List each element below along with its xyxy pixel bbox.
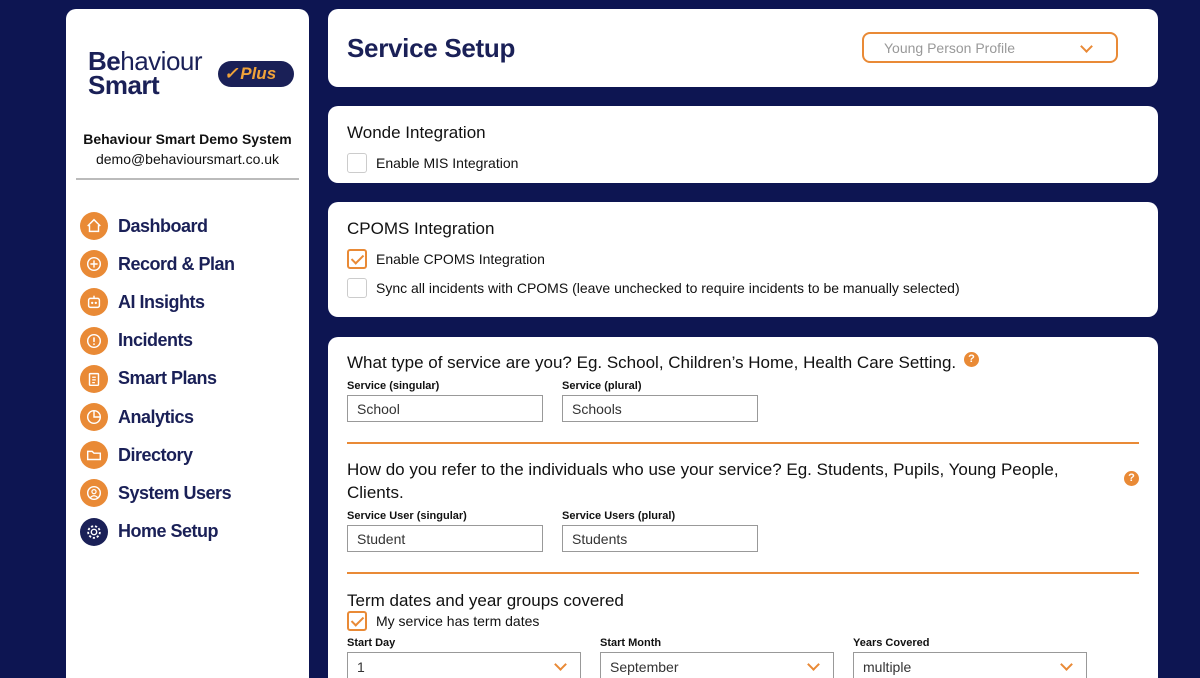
section-divider xyxy=(347,442,1139,444)
years-covered-select[interactable]: multiple xyxy=(853,652,1087,678)
enable-cpoms-checkbox[interactable] xyxy=(347,249,367,269)
service-singular-input[interactable]: School xyxy=(347,395,543,422)
pie-chart-icon xyxy=(80,403,108,432)
service-user-singular-input[interactable]: Student xyxy=(347,525,543,552)
folder-icon xyxy=(80,441,108,470)
term-dates-checkbox-row[interactable]: My service has term dates xyxy=(347,611,539,631)
org-email: demo@behavioursmart.co.uk xyxy=(95,151,280,167)
enable-cpoms-label: Enable CPOMS Integration xyxy=(376,251,545,267)
service-user-question: How do you refer to the individuals who … xyxy=(347,460,1059,502)
page-title: Service Setup xyxy=(347,33,516,63)
profile-select[interactable]: Young Person Profile xyxy=(862,32,1118,63)
cpoms-title: CPOMS Integration xyxy=(347,219,495,238)
nav-item-smart-plans[interactable]: Smart Plans xyxy=(80,360,235,398)
service-type-question: What type of service are you? Eg. School… xyxy=(347,353,957,372)
service-singular-label: Service (singular) xyxy=(347,380,440,392)
sync-cpoms-label: Sync all incidents with CPOMS (leave unc… xyxy=(376,280,960,296)
behaviour-smart-logo[interactable]: Behaviour Smart ✓ Plus xyxy=(88,48,298,109)
logo-wordmark: Behaviour Smart xyxy=(88,48,203,100)
nav-label: Record & Plan xyxy=(118,253,235,274)
logo-smart: Smart xyxy=(88,70,160,100)
nav-item-incidents[interactable]: Incidents xyxy=(80,322,235,360)
service-user-plural-input[interactable]: Students xyxy=(562,525,758,552)
nav-label: System Users xyxy=(118,482,232,503)
start-day-value: 1 xyxy=(357,659,365,675)
service-plural-input[interactable]: Schools xyxy=(562,395,758,422)
nav-item-directory[interactable]: Directory xyxy=(80,436,235,474)
service-plural-label: Service (plural) xyxy=(562,380,642,392)
chevron-down-icon xyxy=(807,658,820,671)
sync-cpoms-checkbox[interactable] xyxy=(347,278,367,298)
nav-label: Analytics xyxy=(118,406,194,427)
user-icon xyxy=(80,479,108,508)
nav-item-ai-insights[interactable]: AI Insights xyxy=(80,283,235,321)
term-dates-checkbox[interactable] xyxy=(347,611,367,631)
home-icon xyxy=(80,212,108,241)
enable-mis-checkbox-row[interactable]: Enable MIS Integration xyxy=(347,153,518,173)
term-dates-title: Term dates and year groups covered xyxy=(347,591,624,610)
nav-item-record-plan[interactable]: Record & Plan xyxy=(80,245,235,283)
robot-icon xyxy=(80,288,108,317)
wonde-integration-card: Wonde Integration Enable MIS Integration xyxy=(328,106,1158,183)
plus-badge: ✓ Plus xyxy=(218,61,294,87)
nav-label: Directory xyxy=(118,444,193,465)
header-card: Service Setup Young Person Profile xyxy=(328,9,1158,87)
start-day-label: Start Day xyxy=(347,637,396,649)
service-settings-card: What type of service are you? Eg. School… xyxy=(328,337,1158,678)
nav-label: Home Setup xyxy=(118,521,219,542)
service-user-singular-label: Service User (singular) xyxy=(347,510,467,522)
exclamation-icon xyxy=(80,326,108,355)
clipboard-icon xyxy=(80,364,108,393)
start-month-select[interactable]: September xyxy=(600,652,834,678)
sidebar-divider xyxy=(76,178,299,180)
nav-item-home-setup[interactable]: Home Setup xyxy=(80,513,235,551)
sidebar: Behaviour Smart ✓ Plus Behaviour Smart D… xyxy=(66,9,309,678)
chevron-down-icon xyxy=(554,658,567,671)
org-name: Behaviour Smart Demo System xyxy=(83,131,292,147)
service-user-plural-label: Service Users (plural) xyxy=(562,510,676,522)
plus-check-icon: ✓ xyxy=(224,64,239,83)
enable-cpoms-checkbox-row[interactable]: Enable CPOMS Integration xyxy=(347,249,545,269)
years-covered-label: Years Covered xyxy=(853,637,930,649)
gear-icon xyxy=(80,517,108,546)
nav-label: Dashboard xyxy=(118,215,208,236)
wonde-title: Wonde Integration xyxy=(347,123,486,142)
nav-item-dashboard[interactable]: Dashboard xyxy=(80,207,235,245)
section-divider xyxy=(347,572,1139,574)
sync-cpoms-checkbox-row[interactable]: Sync all incidents with CPOMS (leave unc… xyxy=(347,278,960,298)
help-icon[interactable]: ? xyxy=(964,352,979,367)
enable-mis-checkbox[interactable] xyxy=(347,153,367,173)
nav-item-analytics[interactable]: Analytics xyxy=(80,398,235,436)
profile-select-value: Young Person Profile xyxy=(884,40,1016,56)
chevron-down-icon xyxy=(1060,658,1073,671)
nav-label: AI Insights xyxy=(118,291,205,312)
start-month-label: Start Month xyxy=(600,637,662,649)
chevron-down-icon xyxy=(1080,40,1093,53)
start-month-value: September xyxy=(610,659,679,675)
nav-label: Smart Plans xyxy=(118,368,217,389)
enable-mis-label: Enable MIS Integration xyxy=(376,155,519,171)
nav-label: Incidents xyxy=(118,330,193,351)
help-icon[interactable]: ? xyxy=(1124,471,1139,486)
main-nav: Dashboard Record & Plan AI Insights Inci… xyxy=(80,207,235,551)
start-day-select[interactable]: 1 xyxy=(347,652,581,678)
nav-item-system-users[interactable]: System Users xyxy=(80,474,235,512)
plus-circle-icon xyxy=(80,250,108,279)
cpoms-integration-card: CPOMS Integration Enable CPOMS Integrati… xyxy=(328,202,1158,317)
plus-label: Plus xyxy=(240,64,277,83)
years-covered-value: multiple xyxy=(863,659,912,675)
term-dates-label: My service has term dates xyxy=(376,613,540,629)
